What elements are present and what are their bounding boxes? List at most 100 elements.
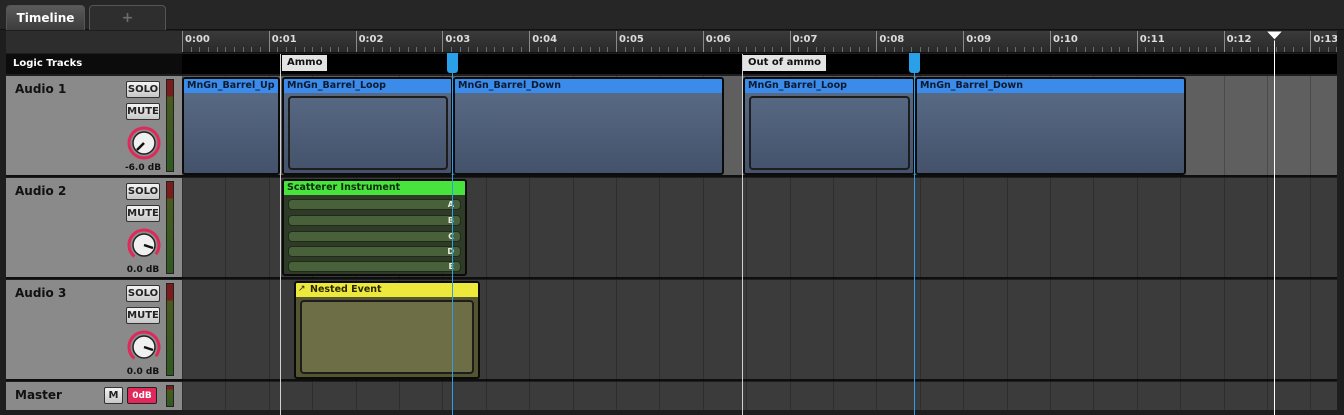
ruler-minor-tick <box>234 47 236 52</box>
grid-line <box>268 382 270 410</box>
grid-line <box>182 382 183 410</box>
volume-knob-icon[interactable] <box>127 330 161 364</box>
ruler-minor-tick <box>928 47 930 52</box>
clip-title: Nested Event <box>296 283 478 297</box>
grid-line <box>1223 178 1225 279</box>
scatterer-playlist-row[interactable]: E <box>288 261 461 272</box>
clip-single[interactable]: MnGn_Barrel_Down <box>453 77 724 175</box>
grid-line <box>746 280 748 381</box>
ruler-minor-tick <box>1275 47 1277 52</box>
playhead-line <box>1274 33 1275 415</box>
ruler-minor-tick <box>407 47 409 52</box>
grid-line <box>182 178 183 279</box>
track-header-audio-1[interactable]: Audio 1 SOLO MUTE -6.0 dB <box>6 76 182 177</box>
timeline-ruler[interactable]: 0:00 0:01 0:02 0:03 0:04 0:05 0:06 0:07 0:08 0:09… <box>182 31 1337 53</box>
grid-line <box>312 382 314 410</box>
grid-line <box>876 382 878 410</box>
clip-single[interactable]: MnGn_Barrel_Down <box>915 77 1186 175</box>
solo-button[interactable]: SOLO <box>126 183 160 200</box>
ruler-minor-tick <box>1128 47 1130 52</box>
grid-line <box>572 178 574 279</box>
grid-line <box>268 178 270 279</box>
mute-button[interactable]: MUTE <box>126 103 160 120</box>
ruler-minor-tick <box>1336 47 1337 52</box>
grid-line <box>702 178 704 279</box>
ruler-minor-tick <box>312 47 314 52</box>
ruler-minor-tick <box>520 47 522 52</box>
level-meter <box>166 283 174 376</box>
ruler-header-spacer <box>6 31 182 53</box>
ruler-minor-tick <box>260 47 262 52</box>
grid-line <box>268 280 270 381</box>
track-header-master[interactable]: Master M 0dB <box>6 382 182 410</box>
ruler-tick <box>268 31 270 52</box>
ruler-minor-tick <box>659 47 661 52</box>
add-tab-button[interactable]: + <box>89 5 166 30</box>
grid-line <box>659 178 661 279</box>
grid-line <box>789 280 791 381</box>
solo-button[interactable]: SOLO <box>126 285 160 302</box>
ruler-minor-tick <box>598 47 600 52</box>
clip-scatterer-instrument[interactable]: Scatterer Instrument A B C D E <box>282 179 467 276</box>
grid-line <box>616 382 617 410</box>
grid-line <box>659 280 661 381</box>
marker-out-of-ammo[interactable]: Out of ammo <box>743 55 827 71</box>
ruler-minor-tick <box>989 47 991 52</box>
ruler-minor-tick <box>642 47 644 52</box>
ruler-tick-label: 0:12 <box>1226 34 1252 45</box>
mute-button[interactable]: MUTE <box>126 205 160 222</box>
ruler-minor-tick <box>251 47 253 52</box>
grid-line <box>1006 178 1008 279</box>
ruler-minor-tick <box>581 47 583 52</box>
ruler-minor-tick <box>572 47 574 52</box>
grid-line <box>485 280 487 381</box>
ruler-minor-tick <box>1232 47 1234 52</box>
grid-line <box>1180 280 1182 381</box>
ruler-minor-tick <box>294 47 296 52</box>
playhead-icon[interactable] <box>1266 31 1283 41</box>
ruler-minor-tick <box>954 47 956 52</box>
grid-line <box>789 382 791 410</box>
ruler-minor-tick <box>494 47 496 52</box>
ruler-tick <box>789 31 791 52</box>
master-volume-fader[interactable]: 0dB <box>127 387 157 404</box>
mute-button[interactable]: M <box>104 387 123 404</box>
grid-line <box>355 382 357 410</box>
clip-inner-region <box>749 96 910 170</box>
track-header-audio-2[interactable]: Audio 2 SOLO MUTE 0.0 dB <box>6 178 182 279</box>
ruler-minor-tick <box>1032 47 1034 52</box>
ruler-minor-tick <box>746 47 748 52</box>
ruler-minor-tick <box>1180 47 1182 52</box>
clip-loop[interactable]: MnGn_Barrel_Loop <box>282 77 453 175</box>
ruler-minor-tick <box>1102 47 1104 52</box>
grid-line <box>702 382 704 410</box>
scatterer-playlist-row[interactable]: B <box>288 215 461 226</box>
grid-line <box>572 382 574 410</box>
solo-button[interactable]: SOLO <box>126 81 160 98</box>
clip-loop[interactable]: MnGn_Barrel_Loop <box>743 77 915 175</box>
ruler-tick-label: 0:08 <box>879 34 905 45</box>
marker-ammo[interactable]: Ammo <box>282 55 328 71</box>
volume-knob-icon[interactable] <box>127 228 161 262</box>
clip-single[interactable]: MnGn_Barrel_Up <box>182 77 280 175</box>
grid-line <box>1050 382 1051 410</box>
track-lane-master[interactable] <box>182 382 1337 410</box>
scatterer-playlist-row[interactable]: A <box>288 199 461 210</box>
scatterer-playlist-row[interactable]: C <box>288 231 461 242</box>
ruler-minor-tick <box>624 47 626 52</box>
scatterer-playlist-row[interactable]: D <box>288 246 461 257</box>
volume-knob-icon[interactable] <box>127 126 161 160</box>
tab-timeline[interactable]: Timeline <box>6 5 85 30</box>
ruler-minor-tick <box>1084 47 1086 52</box>
track-header-audio-3[interactable]: Audio 3 SOLO MUTE 0.0 dB <box>6 280 182 381</box>
ruler-minor-tick <box>390 47 392 52</box>
ruler-minor-tick <box>459 47 461 52</box>
level-meter <box>166 79 174 172</box>
level-meter <box>166 181 174 274</box>
ruler-minor-tick <box>806 47 808 52</box>
grid-line <box>1310 280 1312 381</box>
ruler-minor-tick <box>1093 47 1095 52</box>
ruler-minor-tick <box>833 47 834 52</box>
grid-line <box>876 178 878 279</box>
mute-button[interactable]: MUTE <box>126 307 160 324</box>
